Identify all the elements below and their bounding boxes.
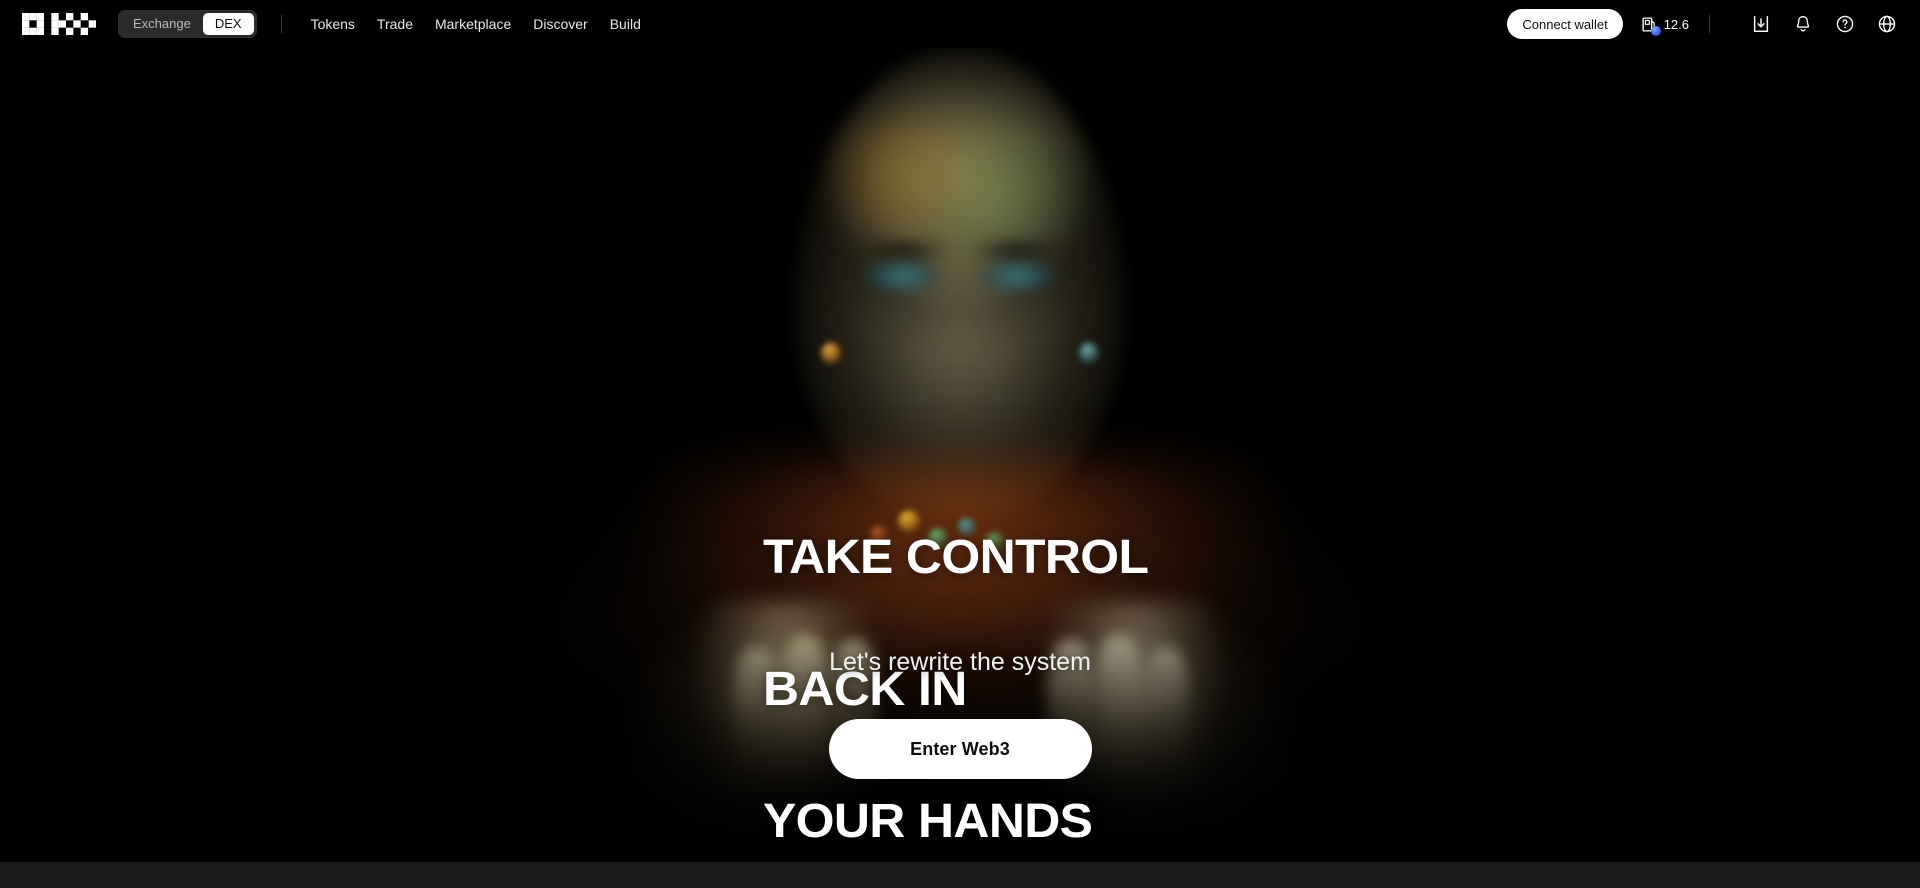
hero-bg-eye-left: [862, 258, 942, 292]
hero-cta-wrapper: Enter Web3: [0, 719, 1920, 779]
hero-bg-bead: [870, 526, 888, 544]
gas-fee-indicator[interactable]: 12.6: [1641, 16, 1689, 36]
nav-left-group: Exchange DEX Tokens Trade Marketplace Di…: [0, 0, 652, 48]
nav-link-build[interactable]: Build: [599, 0, 652, 48]
nav-divider: [280, 15, 282, 33]
gas-fee-value: 12.6: [1663, 16, 1689, 32]
top-navigation-bar: Exchange DEX Tokens Trade Marketplace Di…: [0, 0, 1920, 48]
nav-link-marketplace[interactable]: Marketplace: [424, 0, 522, 48]
okx-logo[interactable]: [22, 13, 96, 35]
nav-link-discover[interactable]: Discover: [522, 0, 598, 48]
language-globe-icon[interactable]: [1876, 13, 1898, 35]
hero-section: TAKE CONTROL BACK IN YOUR HANDS Let's re…: [0, 40, 1920, 862]
okx-web3-landing-page: Exchange DEX Tokens Trade Marketplace Di…: [0, 0, 1920, 888]
hero-bg-bead: [928, 528, 948, 548]
hero-bg-earring-right: [1079, 342, 1099, 364]
hero-bg-bead: [958, 518, 976, 536]
gas-fee-icon: [1641, 16, 1661, 36]
footer-strip: [0, 862, 1920, 888]
hero-bg-eye-right: [978, 258, 1058, 292]
hero-bg-bead: [898, 510, 920, 532]
main-nav-links: Tokens Trade Marketplace Discover Build: [300, 0, 652, 48]
nav-link-trade[interactable]: Trade: [366, 0, 424, 48]
nav-right-divider: [1709, 15, 1710, 33]
hero-bg-bead: [985, 532, 1005, 552]
nav-right-group: Connect wallet 12.6: [1507, 0, 1920, 48]
notification-bell-icon[interactable]: [1792, 13, 1814, 35]
product-toggle[interactable]: Exchange DEX: [118, 10, 257, 38]
hero-bg-earring-left: [821, 342, 841, 364]
help-circle-icon[interactable]: [1834, 13, 1856, 35]
nav-link-tokens[interactable]: Tokens: [300, 0, 366, 48]
enter-web3-button[interactable]: Enter Web3: [828, 719, 1092, 779]
connect-wallet-button[interactable]: Connect wallet: [1507, 9, 1623, 39]
gas-badge-dot: [1650, 25, 1661, 36]
toggle-option-dex[interactable]: DEX: [202, 13, 254, 35]
download-icon[interactable]: [1750, 13, 1772, 35]
toggle-option-exchange[interactable]: Exchange: [121, 13, 203, 35]
